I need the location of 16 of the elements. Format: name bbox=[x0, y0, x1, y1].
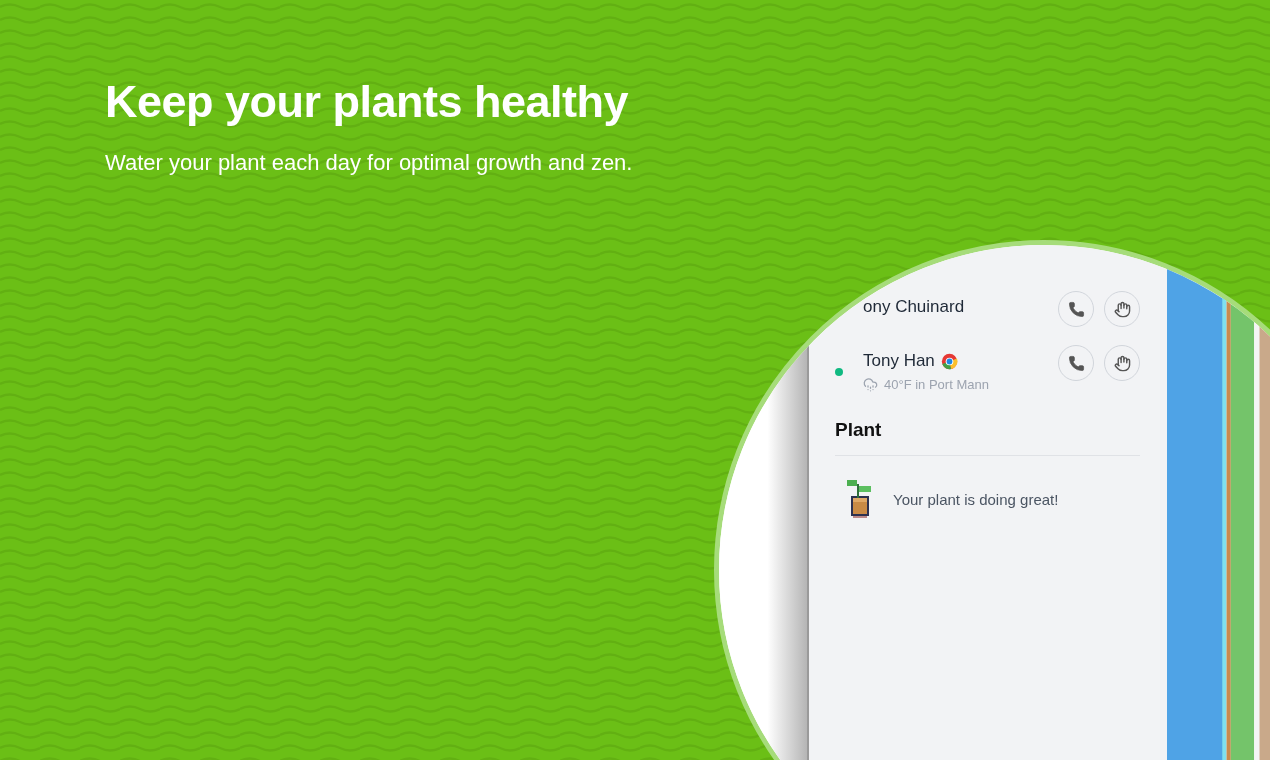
hand-icon bbox=[1113, 354, 1131, 372]
person-name: ony Chuinard bbox=[863, 297, 965, 317]
wave-button[interactable] bbox=[1104, 345, 1140, 381]
headline: Keep your plants healthy bbox=[105, 76, 630, 128]
call-button[interactable] bbox=[1058, 291, 1094, 327]
weather-status: 40°F in Port Mann bbox=[884, 377, 989, 392]
plant-status: Your plant is doing great! bbox=[893, 490, 1059, 508]
phone-icon bbox=[1067, 300, 1085, 318]
hand-icon bbox=[1113, 300, 1131, 318]
section-title: Plant bbox=[835, 419, 1140, 456]
phone-icon bbox=[1067, 354, 1085, 372]
weather-icon bbox=[863, 377, 878, 392]
subtitle: Water your plant each day for optimal growth and zen. bbox=[105, 150, 634, 176]
person-name: Tony Han bbox=[863, 351, 935, 371]
call-button[interactable] bbox=[1058, 345, 1094, 381]
wave-button[interactable] bbox=[1104, 291, 1140, 327]
